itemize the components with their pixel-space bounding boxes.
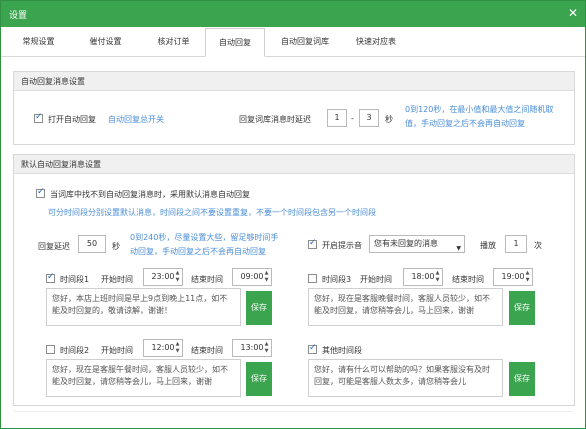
- section-header: 默认自动回复消息设置: [14, 155, 574, 174]
- other-period-label: 其他时间段: [322, 346, 362, 355]
- tone-select[interactable]: 您有未回复的消息 ▼: [369, 235, 465, 253]
- period1-start-input[interactable]: 23:00 ▲ ▼: [143, 268, 183, 286]
- period3-label: 时间段3: [322, 275, 352, 284]
- section-title: 自动回复消息设置: [21, 77, 85, 86]
- other-period-checkbox[interactable]: [308, 343, 317, 354]
- period1-message-input[interactable]: 您好，本店上班时间是早上9点到晚上11点，如不能及时回复的，敬请谅解，谢谢！: [46, 288, 241, 326]
- enable-auto-reply-checkbox[interactable]: [34, 112, 43, 123]
- spinner-icon[interactable]: ▲ ▼: [174, 341, 181, 355]
- enable-auto-reply-label: 打开自动回复: [48, 115, 96, 124]
- reply-delay-unit: 秒: [112, 242, 120, 251]
- reply-delay-input[interactable]: 50: [78, 235, 106, 253]
- spinner-icon[interactable]: ▲ ▼: [263, 341, 270, 355]
- section-header: 自动回复消息设置: [14, 72, 574, 91]
- fallback-checkbox[interactable]: [36, 187, 45, 198]
- chevron-down-icon: ▼: [456, 245, 461, 252]
- tab-quick-map[interactable]: 快速对应表: [348, 28, 404, 56]
- period2-start-input[interactable]: 12:00 ▲ ▼: [143, 339, 183, 357]
- title-bar: 设置 ✕: [1, 1, 585, 27]
- period2-start-label: 开始时间: [101, 346, 133, 355]
- tab-payment-reminder[interactable]: 催付设置: [78, 28, 133, 56]
- period1-start-label: 开始时间: [101, 275, 133, 284]
- period1-save-button[interactable]: 保存: [246, 291, 272, 325]
- tab-auto-reply[interactable]: 自动回复: [205, 28, 265, 57]
- period1-end-label: 结束时间: [191, 275, 223, 284]
- delay-min-input[interactable]: 1: [327, 109, 347, 127]
- period3-end-input[interactable]: 19:00 ▲ ▼: [493, 268, 533, 286]
- fallback-hint: 可分时间段分别设置默认消息，时间段之间不要设置重复，不要一个时间段包含另一个时间…: [48, 208, 376, 217]
- delay-max-input[interactable]: 3: [359, 109, 379, 127]
- section-title: 默认自动回复消息设置: [21, 160, 101, 169]
- spinner-icon[interactable]: ▲ ▼: [524, 270, 531, 284]
- enable-auto-reply-hint: 自动回复总开关: [108, 115, 164, 124]
- other-period-save-button[interactable]: 保存: [509, 362, 535, 396]
- period3-start-input[interactable]: 18:00 ▲ ▼: [403, 268, 443, 286]
- close-icon[interactable]: ✕: [568, 6, 578, 20]
- period2-message-input[interactable]: 您好，现在是客服午餐时间，客服人员较少，如不能及时回复，请您稍等会儿，马上回来，…: [46, 359, 241, 397]
- other-period-message-input[interactable]: 您好，请有什么可以帮助的吗？如果客服没有及时回复，可能是客服人数太多，请您稍等会…: [308, 359, 503, 397]
- delay-unit: 秒: [385, 115, 393, 124]
- period2-end-input[interactable]: 13:00 ▲ ▼: [232, 339, 272, 357]
- period2-checkbox[interactable]: [46, 345, 55, 354]
- period3-save-button[interactable]: 保存: [509, 291, 535, 325]
- fallback-label: 当词库中找不到自动回复消息时，采用默认消息自动回复: [50, 190, 250, 199]
- spinner-icon[interactable]: ▲ ▼: [263, 270, 270, 284]
- play-unit: 次: [534, 241, 542, 250]
- reply-delay-help-line2: 动回复，手动回复之后不会再自动回复: [130, 247, 266, 256]
- tab-bar: 常规设置 催付设置 核对订单 自动回复 自动回复词库 快速对应表: [1, 28, 585, 57]
- period3-message-input[interactable]: 您好，现在是客服晚餐时间，客服人员较少，如不能及时回复，请您稍等会儿，马上回来，…: [308, 288, 503, 326]
- period1-end-input[interactable]: 09:00 ▲ ▼: [232, 268, 272, 286]
- period1-label: 时间段1: [60, 275, 90, 284]
- auto-reply-section: 自动回复消息设置 打开自动回复 自动回复总开关 回复词库消息时延迟 1 - 3 …: [13, 71, 575, 145]
- play-times-input[interactable]: 1: [505, 235, 527, 253]
- tab-general[interactable]: 常规设置: [11, 28, 66, 56]
- default-reply-section: 默认自动回复消息设置 当词库中找不到自动回复消息时，采用默认消息自动回复 可分时…: [13, 154, 575, 406]
- window-title: 设置: [9, 11, 28, 21]
- reply-delay-label: 回复延迟: [38, 242, 70, 251]
- delay-dash: -: [351, 114, 354, 123]
- period2-label: 时间段2: [60, 346, 90, 355]
- period1-checkbox[interactable]: [46, 272, 55, 283]
- footer-divider: [13, 411, 573, 412]
- reply-delay-help-line1: 0到240秒，尽量设置大些，留足够时间手: [130, 233, 279, 242]
- tone-label: 开启提示音: [322, 241, 362, 250]
- period2-save-button[interactable]: 保存: [246, 362, 272, 396]
- delay-label: 回复词库消息时延迟: [239, 115, 311, 124]
- play-label: 播放: [480, 241, 496, 250]
- delay-help-line1: 0到120秒，在最小值和最大值之间随机取: [405, 105, 554, 114]
- spinner-icon[interactable]: ▲ ▼: [174, 270, 181, 284]
- tab-auto-reply-library[interactable]: 自动回复词库: [274, 28, 336, 56]
- tone-checkbox[interactable]: [308, 238, 317, 249]
- period3-end-label: 结束时间: [452, 275, 484, 284]
- delay-help-line2: 值，手动回复之后不会再自动回复: [405, 119, 525, 128]
- period2-end-label: 结束时间: [191, 346, 223, 355]
- tab-check-orders[interactable]: 核对订单: [146, 28, 201, 56]
- period3-start-label: 开始时间: [360, 275, 392, 284]
- spinner-icon[interactable]: ▲ ▼: [434, 270, 441, 284]
- settings-window: 设置 ✕ 常规设置 催付设置 核对订单 自动回复 自动回复词库 快速对应表 自动…: [0, 0, 586, 429]
- period3-checkbox[interactable]: [308, 274, 317, 283]
